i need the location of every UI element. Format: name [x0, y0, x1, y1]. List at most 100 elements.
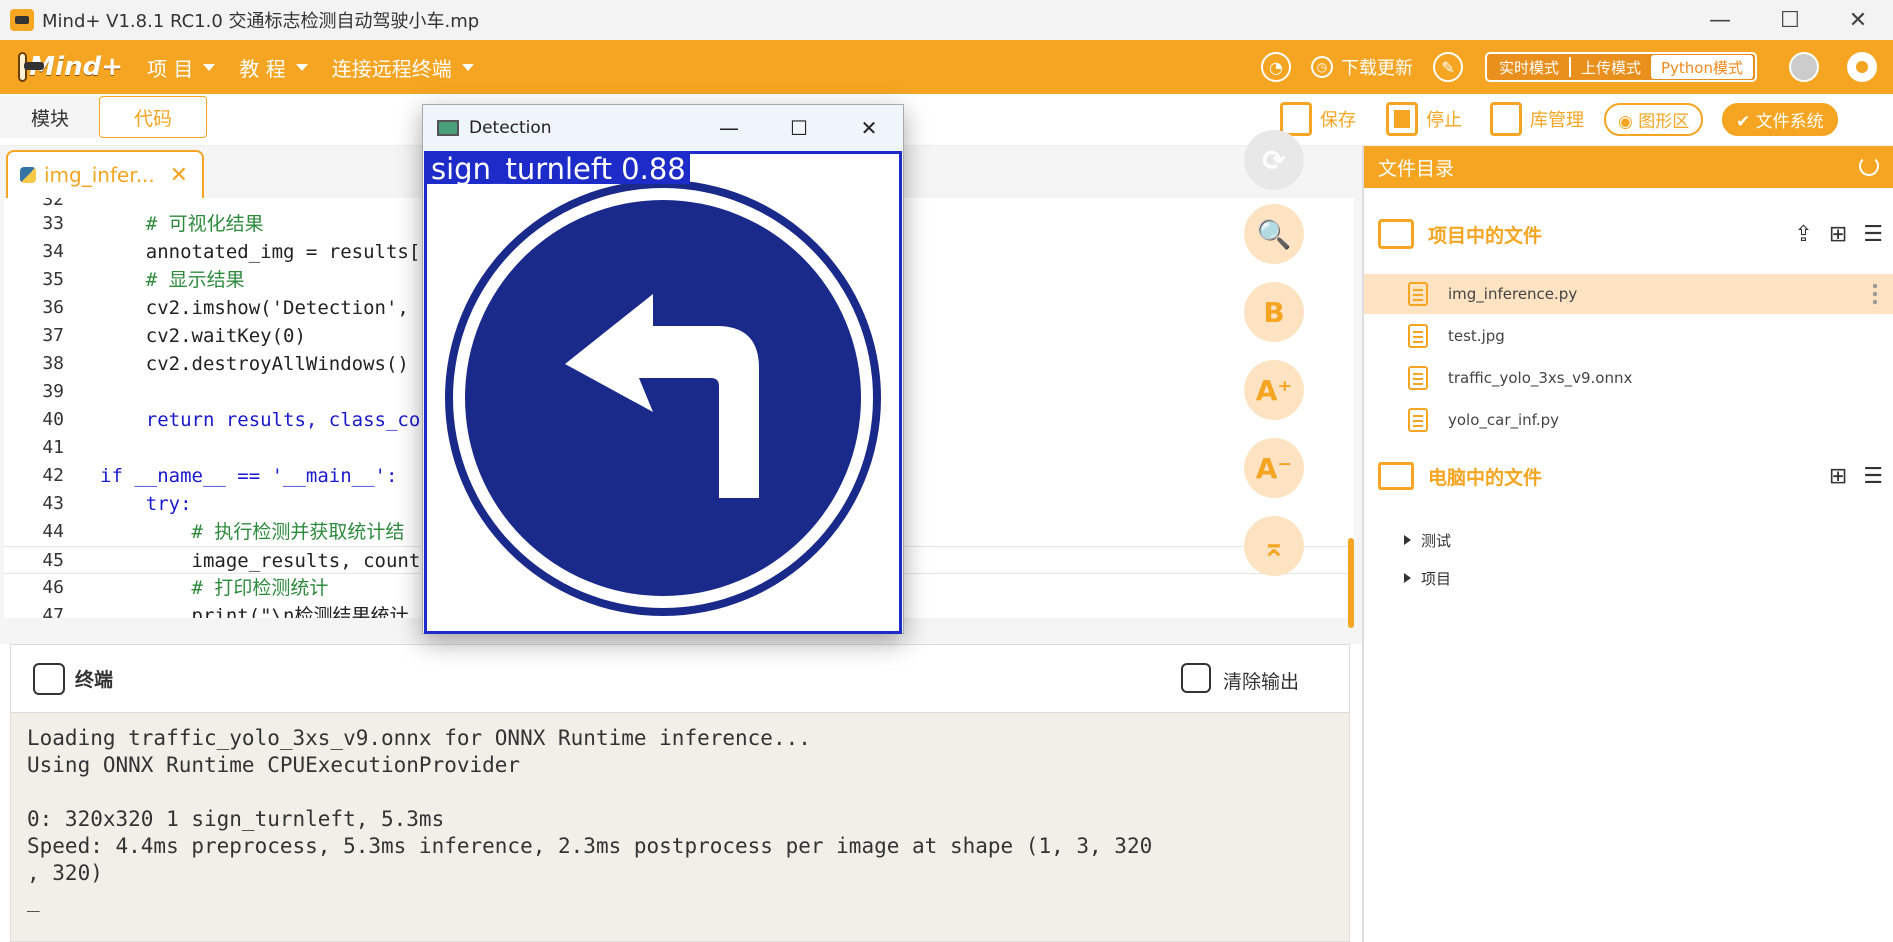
graphics-button[interactable]: ◉ 图形区 [1604, 100, 1704, 138]
stop-icon [1386, 102, 1418, 136]
detection-minimize-button[interactable]: — [699, 105, 759, 151]
download-update-button[interactable]: ◷ 下载更新 [1310, 54, 1413, 80]
close-icon[interactable]: ✕ [170, 163, 188, 188]
eraser-icon[interactable] [1181, 663, 1211, 693]
tree-item-label: 测试 [1421, 531, 1452, 550]
dashboard-icon[interactable]: ◔ [1260, 52, 1291, 82]
file-tab[interactable]: img_infer... ✕ [6, 150, 204, 198]
project-files-label: 项目中的文件 [1428, 224, 1543, 247]
window-title: Mind+ V1.8.1 RC1.0 交通标志检测自动驾驶小车.mp [42, 11, 480, 32]
mode-realtime[interactable]: 实时模式 [1489, 55, 1569, 79]
line-number: 37 [42, 325, 64, 346]
terminal-panel: 终端 清除输出 Loading traffic_yolo_3xs_v9.onnx… [10, 644, 1350, 942]
more-options-icon[interactable] [1873, 282, 1877, 306]
mindplus-logo-icon [18, 52, 45, 82]
detection-maximize-button[interactable]: ☐ [769, 105, 829, 151]
new-file-icon[interactable]: ⊞ [1829, 464, 1847, 489]
detection-label: sign_turnleft 0.88 [427, 154, 690, 184]
chevron-right-icon [1404, 535, 1411, 545]
secondary-toolbar: 模块 代码 保存 停止 库管理 ◉ 图形区 ✔ 文件系统 [0, 94, 1893, 146]
document-icon [1408, 366, 1428, 390]
code-text: image_results, count [100, 550, 421, 572]
tree-item-test[interactable]: 测试 [1404, 526, 1451, 554]
font-decrease-icon[interactable]: A⁻ [1244, 438, 1304, 498]
project-files-section[interactable]: 项目中的文件 [1378, 214, 1542, 254]
stop-label: 停止 [1426, 110, 1462, 131]
mode-upload[interactable]: 上传模式 [1571, 55, 1651, 79]
edit-icon[interactable]: ✎ [1432, 52, 1463, 82]
tree-item-label: 项目 [1421, 569, 1452, 588]
library-button[interactable]: 库管理 [1490, 100, 1584, 138]
computer-files-section[interactable]: 电脑中的文件 [1378, 456, 1542, 496]
maximize-button[interactable]: ☐ [1755, 0, 1825, 40]
font-increase-icon[interactable]: A⁺ [1244, 360, 1304, 420]
monitor-icon [1378, 462, 1414, 490]
document-icon [1408, 324, 1428, 348]
detection-titlebar[interactable]: Detection — ☐ ✕ [423, 105, 903, 151]
mode-python[interactable]: Python模式 [1651, 55, 1753, 79]
code-text: # 执行检测并获取统计结 [100, 521, 405, 543]
chevron-down-icon [295, 63, 308, 71]
sign-disc [465, 200, 861, 596]
file-name: test.jpg [1448, 327, 1505, 345]
code-text: # 显示结果 [100, 269, 245, 291]
opencv-window-icon [437, 120, 459, 136]
detection-close-button[interactable]: ✕ [839, 105, 899, 151]
terminal-output[interactable]: Loading traffic_yolo_3xs_v9.onnx for ONN… [27, 725, 1152, 914]
file-name: traffic_yolo_3xs_v9.onnx [1448, 369, 1633, 387]
file-row-yolo-car[interactable]: yolo_car_inf.py [1364, 400, 1893, 440]
menu-tutorial-label: 教 程 [239, 56, 286, 81]
terminal-header: 终端 清除输出 [11, 645, 1349, 713]
clock-icon: ◷ [1310, 56, 1333, 78]
avatar[interactable] [1789, 52, 1819, 82]
file-row-test-jpg[interactable]: test.jpg [1364, 316, 1893, 356]
line-number: 38 [42, 353, 64, 374]
menu-project-label: 项 目 [147, 56, 194, 81]
search-icon[interactable]: 🔍 [1244, 204, 1304, 264]
window-titlebar: Mind+ V1.8.1 RC1.0 交通标志检测自动驾驶小车.mp — ☐ ✕ [0, 0, 1893, 40]
filesystem-button[interactable]: ✔ 文件系统 [1722, 100, 1838, 138]
menu-icon[interactable]: ☰ [1863, 222, 1883, 247]
code-text: print("\n检测结果统计 [100, 605, 409, 618]
folder-icon [1378, 219, 1414, 249]
code-text: return results, class_co [100, 409, 421, 431]
upload-icon[interactable]: ⇪ [1794, 222, 1812, 247]
line-number: 39 [42, 381, 64, 402]
terminal-title: 终端 [75, 669, 114, 691]
code-text: # 可视化结果 [100, 213, 264, 235]
bold-icon[interactable]: B [1244, 282, 1304, 342]
filesystem-label: 文件系统 [1755, 111, 1824, 132]
filesystem-pill: ✔ 文件系统 [1722, 102, 1838, 136]
minimize-button[interactable]: — [1685, 0, 1755, 40]
line-number: 44 [42, 521, 64, 542]
brand-logo[interactable]: Mind+ [18, 47, 123, 87]
file-name: yolo_car_inf.py [1448, 411, 1560, 429]
menu-icon[interactable]: ☰ [1863, 464, 1883, 489]
gear-icon[interactable] [1847, 52, 1877, 82]
file-row-img-inference[interactable]: img_inference.py [1364, 274, 1893, 314]
chevron-down-icon [461, 63, 474, 71]
save-label: 保存 [1320, 110, 1356, 131]
link-icon [33, 662, 65, 695]
menu-tutorial[interactable]: 教 程 [239, 53, 308, 82]
save-button[interactable]: 保存 [1280, 100, 1356, 138]
refresh-icon[interactable] [1859, 156, 1879, 176]
new-file-icon[interactable]: ⊞ [1829, 222, 1847, 247]
refresh-icon[interactable]: ⟳ [1244, 130, 1304, 190]
chevron-down-icon [203, 63, 216, 71]
tab-blocks[interactable]: 模块 [0, 96, 100, 138]
menu-project[interactable]: 项 目 [147, 53, 216, 82]
file-row-onnx[interactable]: traffic_yolo_3xs_v9.onnx [1364, 358, 1893, 398]
close-button[interactable]: ✕ [1823, 0, 1893, 40]
stop-button[interactable]: 停止 [1386, 100, 1462, 138]
detection-window[interactable]: Detection — ☐ ✕ sign_turnleft 0.88 [422, 104, 904, 634]
clear-output-button[interactable]: 清除输出 [1223, 667, 1299, 694]
tab-code[interactable]: 代码 [99, 96, 207, 138]
editor-scrollbar[interactable] [1348, 538, 1354, 628]
file-directory-panel: 文件目录 项目中的文件 ⇪ ⊞ ☰ img_inference.py test.… [1362, 146, 1893, 942]
tree-item-project[interactable]: 项目 [1404, 564, 1451, 592]
line-number: 35 [42, 269, 64, 290]
collapse-icon[interactable]: ⌅ [1244, 516, 1304, 576]
menu-remote-terminal[interactable]: 连接远程终端 [332, 53, 474, 82]
